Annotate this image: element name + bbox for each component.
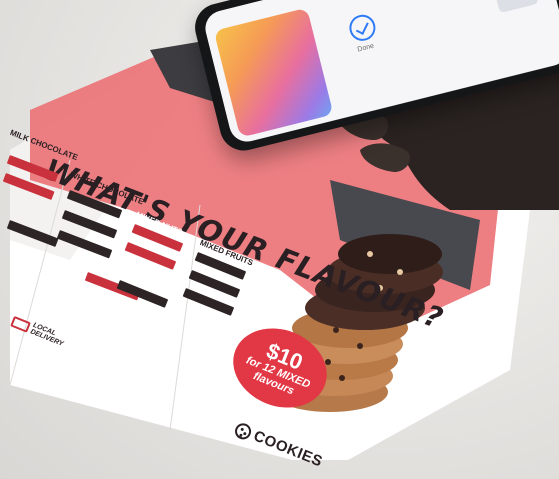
side-card bbox=[485, 0, 539, 14]
checkmark-icon bbox=[346, 12, 379, 44]
promo-for: for bbox=[244, 354, 263, 371]
payment-card bbox=[213, 7, 334, 138]
payment-status: Done bbox=[356, 42, 375, 54]
